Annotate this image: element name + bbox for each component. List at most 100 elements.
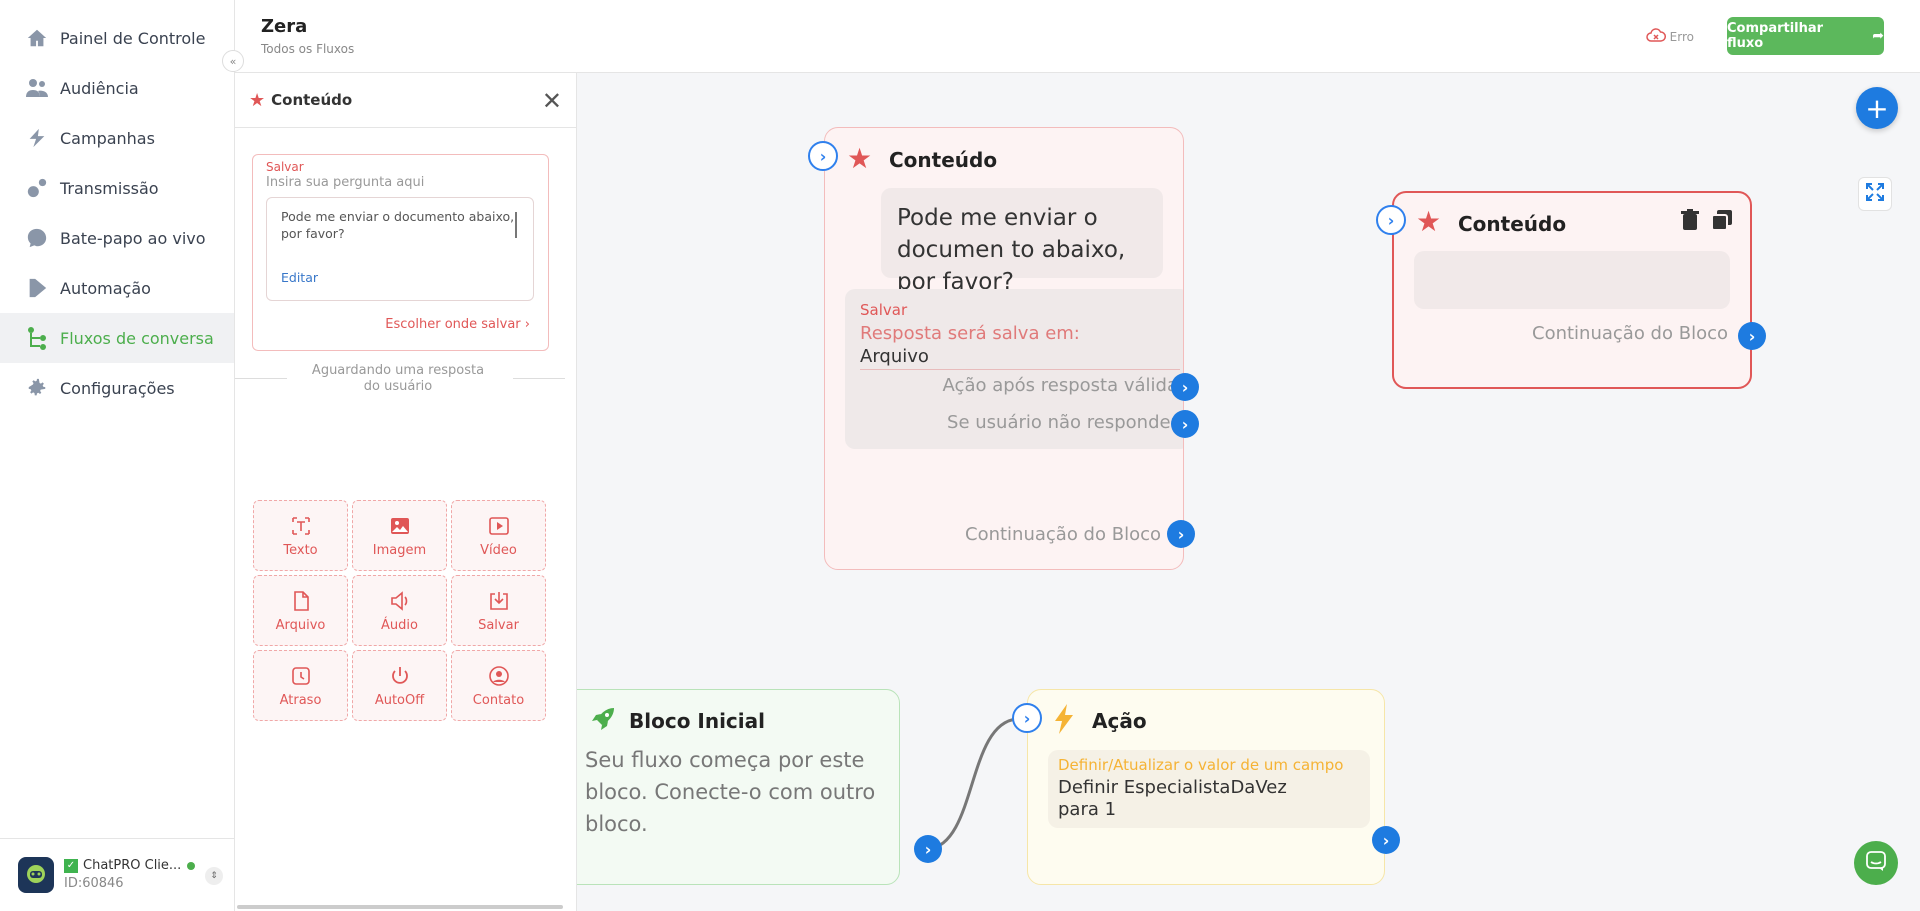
tile-arquivo[interactable]: Arquivo — [253, 575, 348, 646]
tile-salvar[interactable]: Salvar — [451, 575, 546, 646]
help-chat-button[interactable] — [1854, 841, 1898, 885]
start-node[interactable]: Bloco Inicial Seu fluxo começa por este … — [577, 689, 900, 885]
action-item[interactable]: Definir/Atualizar o valor de um campo De… — [1048, 750, 1370, 828]
sidebar-item-label: Fluxos de conversa — [60, 328, 214, 348]
tile-atraso[interactable]: Atraso — [253, 650, 348, 721]
sidebar-item-painel[interactable]: Painel de Controle — [0, 13, 234, 63]
sidebar: Painel de Controle Audiência Campanhas T… — [0, 0, 235, 911]
power-icon — [389, 663, 411, 689]
share-label: Compartilhar fluxo — [1727, 21, 1824, 51]
duplicate-icon[interactable] — [1711, 209, 1733, 235]
question-text-box[interactable]: Pode me enviar o documento abaixo, por f… — [266, 197, 534, 301]
content-node-2[interactable]: ★ Conteúdo Continuação do Bloco — [1392, 191, 1752, 389]
tile-label: Vídeo — [480, 543, 517, 558]
continuation-label: Continuação do Bloco — [1532, 323, 1728, 344]
star-icon: ★ — [249, 89, 266, 111]
sidebar-item-configuracoes[interactable]: Configurações — [0, 363, 234, 413]
sidebar-item-campanhas[interactable]: Campanhas — [0, 113, 234, 163]
tile-label: Salvar — [478, 618, 519, 633]
account-name-row: ✓ ChatPRO Clie... — [64, 857, 196, 875]
users-icon — [24, 75, 50, 101]
rocket-icon — [588, 704, 618, 738]
question-card: Salvar Insira sua pergunta aqui Pode me … — [252, 154, 549, 351]
continuation-handle[interactable]: › — [1167, 520, 1195, 548]
content-panel: ★ Conteúdo ✕ Salvar Insira sua pergunta … — [235, 73, 577, 911]
star-icon: ★ — [847, 142, 873, 175]
edit-link[interactable]: Editar — [281, 270, 318, 285]
response-label: Resposta será salva em: — [860, 323, 1080, 344]
action-label: Definir/Atualizar o valor de um campo — [1058, 756, 1344, 774]
audio-icon — [389, 588, 411, 614]
sidebar-item-audiencia[interactable]: Audiência — [0, 63, 234, 113]
account-id: ID:60846 — [64, 876, 124, 891]
sidebar-item-fluxos[interactable]: Fluxos de conversa — [0, 313, 234, 363]
video-icon — [488, 513, 510, 539]
tile-label: Atraso — [279, 693, 322, 708]
account-switcher[interactable]: ✓ ChatPRO Clie... ID:60846 ⇕ — [0, 838, 235, 911]
sidebar-item-transmissao[interactable]: Transmissão — [0, 163, 234, 213]
content-node[interactable]: ★ Conteúdo Pode me enviar o documen to a… — [824, 127, 1184, 570]
flow-canvas[interactable]: ★ Conteúdo Pode me enviar o documen to a… — [577, 73, 1920, 911]
add-block-button[interactable]: + — [1856, 87, 1898, 129]
waiting-divider: Aguardando uma resposta do usuário — [235, 363, 577, 403]
switch-account-icon[interactable]: ⇕ — [205, 867, 223, 885]
tile-video[interactable]: Vídeo — [451, 500, 546, 571]
no-response-handle[interactable]: › — [1171, 410, 1199, 438]
message-bubble: Pode me enviar o documen to abaixo, por … — [881, 188, 1163, 295]
close-icon[interactable]: ✕ — [542, 87, 562, 115]
waiting-text: Aguardando uma resposta do usuário — [311, 363, 485, 394]
campaign-icon — [24, 125, 50, 151]
tile-label: Arquivo — [275, 618, 326, 633]
account-name: ChatPRO Clie... — [83, 858, 182, 873]
panel-scrollbar[interactable] — [237, 905, 563, 909]
header: Zera Todos os Fluxos Erro Compartilhar f… — [235, 0, 1920, 73]
sidebar-item-label: Transmissão — [60, 178, 159, 198]
expand-icon — [1865, 182, 1885, 206]
page-title: Zera — [261, 16, 308, 37]
fit-view-button[interactable] — [1858, 177, 1892, 211]
lightning-icon — [1053, 704, 1075, 738]
tile-texto[interactable]: Texto — [253, 500, 348, 571]
valid-action-handle[interactable]: › — [1171, 373, 1199, 401]
action-output-handle[interactable]: › — [1372, 826, 1400, 854]
chat-bubble-icon — [1865, 850, 1887, 876]
tile-contato[interactable]: Contato — [451, 650, 546, 721]
continuation-handle[interactable]: › — [1738, 322, 1766, 350]
question-placeholder: Insira sua pergunta aqui — [266, 175, 425, 190]
sidebar-item-label: Campanhas — [60, 128, 155, 148]
flow-icon — [24, 325, 50, 351]
sidebar-item-batepapo[interactable]: Bate-papo ao vivo — [0, 213, 234, 263]
panel-header: ★ Conteúdo — [235, 73, 576, 128]
tile-label: Texto — [283, 543, 318, 558]
start-output-handle[interactable]: › — [914, 835, 942, 863]
share-flow-button[interactable]: Compartilhar fluxo ➦ — [1727, 17, 1884, 55]
sidebar-nav: Painel de Controle Audiência Campanhas T… — [0, 13, 234, 413]
sidebar-item-label: Bate-papo ao vivo — [60, 228, 206, 248]
tile-label: Áudio — [381, 618, 418, 633]
collapse-sidebar-button[interactable]: « — [222, 50, 244, 72]
sidebar-item-label: Automação — [60, 278, 151, 298]
sidebar-item-label: Painel de Controle — [60, 28, 206, 48]
tile-autooff[interactable]: AutoOff — [352, 650, 447, 721]
scrollbar[interactable] — [515, 212, 517, 238]
node-input-handle[interactable]: › — [808, 141, 838, 171]
save-section: Salvar Resposta será salva em: Arquivo A… — [845, 289, 1183, 449]
no-response-label: Se usuário não responder — [947, 412, 1178, 433]
action-input-handle[interactable]: › — [1012, 703, 1042, 733]
trash-icon[interactable] — [1681, 209, 1699, 235]
action-node[interactable]: Ação Definir/Atualizar o valor de um cam… — [1027, 689, 1385, 885]
automation-icon — [24, 275, 50, 301]
file-icon — [291, 588, 311, 614]
save-label: Salvar — [266, 160, 304, 174]
response-value: Arquivo — [860, 346, 1180, 370]
choose-save-link[interactable]: Escolher onde salvar › — [385, 317, 530, 332]
tile-imagem[interactable]: Imagem — [352, 500, 447, 571]
tile-audio[interactable]: Áudio — [352, 575, 447, 646]
save-label: Salvar — [860, 301, 908, 319]
sidebar-item-automacao[interactable]: Automação — [0, 263, 234, 313]
node-input-handle[interactable]: › — [1376, 205, 1406, 235]
breadcrumb[interactable]: Todos os Fluxos — [261, 42, 354, 56]
divider-line — [513, 378, 565, 379]
tile-label: Contato — [472, 693, 525, 708]
text-icon — [290, 513, 312, 539]
